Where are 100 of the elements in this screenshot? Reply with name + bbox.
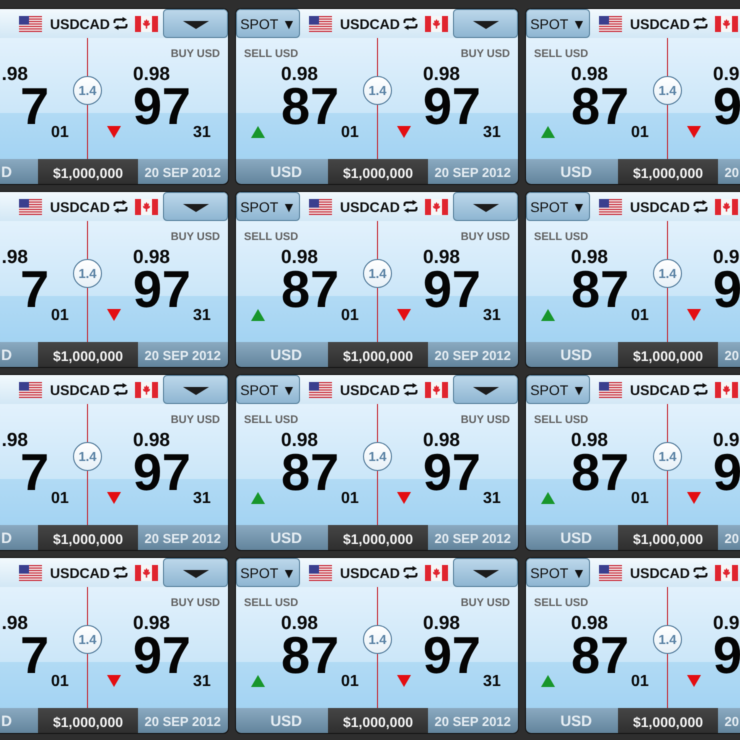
big-figure: 0.9 xyxy=(713,250,740,266)
canada-flag-icon xyxy=(134,382,158,398)
fractional-pips: 31 xyxy=(483,675,501,688)
sell-label: SELL USD xyxy=(534,231,588,244)
swap-arrows-icon[interactable] xyxy=(112,17,128,30)
value-date-button[interactable]: 20 SEP 2012 xyxy=(428,708,518,733)
value-date-button[interactable]: 20 xyxy=(718,708,740,733)
spot-button[interactable]: SPOT ▼ xyxy=(526,375,590,404)
swap-arrows-icon[interactable] xyxy=(692,566,708,579)
swap-arrows-icon[interactable] xyxy=(402,566,418,579)
caret-icon xyxy=(182,20,208,28)
fractional-pips: 01 xyxy=(341,492,359,505)
currency-button[interactable]: USD xyxy=(236,708,328,733)
big-figure: 0.9 xyxy=(713,433,740,449)
amount-field[interactable]: $1,000,000 xyxy=(618,159,718,184)
currency-button[interactable]: D xyxy=(0,525,38,550)
pips: 7 xyxy=(20,636,49,676)
us-flag-icon xyxy=(309,16,332,32)
value-date-button[interactable]: 20 xyxy=(718,159,740,184)
amount-field[interactable]: $1,000,000 xyxy=(38,525,138,550)
spot-button[interactable]: SPOT ▼ xyxy=(236,9,300,38)
menu-button[interactable] xyxy=(163,375,228,404)
fractional-pips: 01 xyxy=(51,675,69,688)
big-figure: 0.98 xyxy=(281,250,318,266)
currency-button[interactable]: USD xyxy=(236,525,328,550)
amount-field[interactable]: $1,000,000 xyxy=(328,708,428,733)
amount-field[interactable]: $1,000,000 xyxy=(618,525,718,550)
value-date-button[interactable]: 20 SEP 2012 xyxy=(138,708,228,733)
fractional-pips: 31 xyxy=(193,492,211,505)
currency-pair: USDCAD xyxy=(630,382,690,398)
swap-arrows-icon[interactable] xyxy=(692,200,708,213)
pips: 7 xyxy=(20,453,49,493)
buy-label: BUY USD xyxy=(170,597,220,610)
pips: 97 xyxy=(133,87,191,127)
spot-button[interactable]: SPOT ▼ xyxy=(526,192,590,221)
big-figure: 0.98 xyxy=(571,250,608,266)
swap-arrows-icon[interactable] xyxy=(112,566,128,579)
currency-button[interactable]: D xyxy=(0,708,38,733)
swap-arrows-icon[interactable] xyxy=(112,200,128,213)
currency-button[interactable]: D xyxy=(0,342,38,367)
amount-field[interactable]: $1,000,000 xyxy=(328,342,428,367)
fractional-pips: 31 xyxy=(193,675,211,688)
canada-flag-icon xyxy=(714,198,738,214)
amount-field[interactable]: $1,000,000 xyxy=(38,159,138,184)
currency-pair: USDCAD xyxy=(50,16,110,32)
spot-button[interactable]: SPOT ▼ xyxy=(526,9,590,38)
amount-field[interactable]: $1,000,000 xyxy=(38,708,138,733)
spot-button[interactable]: SPOT ▼ xyxy=(236,375,300,404)
amount-field[interactable]: $1,000,000 xyxy=(618,708,718,733)
menu-button[interactable] xyxy=(163,192,228,221)
amount-field[interactable]: $1,000,000 xyxy=(328,159,428,184)
canada-flag-icon xyxy=(714,564,738,580)
spot-button[interactable]: SPOT ▼ xyxy=(236,192,300,221)
swap-arrows-icon[interactable] xyxy=(112,383,128,396)
big-figure: 0.98 xyxy=(423,67,460,83)
value-date-button[interactable]: 20 SEP 2012 xyxy=(428,159,518,184)
spot-button[interactable]: SPOT ▼ xyxy=(526,558,590,587)
menu-button[interactable] xyxy=(453,558,518,587)
currency-button[interactable]: USD xyxy=(526,708,618,733)
swap-arrows-icon[interactable] xyxy=(402,383,418,396)
us-flag-icon xyxy=(19,564,42,580)
currency-button[interactable]: USD xyxy=(236,342,328,367)
big-figure: .98 xyxy=(2,67,28,83)
value-date-button[interactable]: 20 xyxy=(718,525,740,550)
value-date-button[interactable]: 20 SEP 2012 xyxy=(138,525,228,550)
amount-field[interactable]: $1,000,000 xyxy=(38,342,138,367)
fractional-pips: 01 xyxy=(631,309,649,322)
currency-pair: USDCAD xyxy=(630,198,690,214)
pips: 7 xyxy=(20,270,49,310)
swap-arrows-icon[interactable] xyxy=(692,383,708,396)
big-figure: .98 xyxy=(2,433,28,449)
spot-button[interactable]: SPOT ▼ xyxy=(236,558,300,587)
value-date-button[interactable]: 20 SEP 2012 xyxy=(138,342,228,367)
spread-badge: 1.4 xyxy=(363,259,392,288)
amount-field[interactable]: $1,000,000 xyxy=(618,342,718,367)
menu-button[interactable] xyxy=(163,558,228,587)
amount-field[interactable]: $1,000,000 xyxy=(328,525,428,550)
menu-button[interactable] xyxy=(453,192,518,221)
currency-button[interactable]: USD xyxy=(526,342,618,367)
value-date-button[interactable]: 20 SEP 2012 xyxy=(138,159,228,184)
menu-button[interactable] xyxy=(163,9,228,38)
currency-button[interactable]: D xyxy=(0,159,38,184)
pips: 97 xyxy=(133,636,191,676)
currency-button[interactable]: USD xyxy=(236,159,328,184)
pips: 87 xyxy=(281,270,339,310)
value-date-button[interactable]: 20 xyxy=(718,342,740,367)
value-date-button[interactable]: 20 SEP 2012 xyxy=(428,525,518,550)
currency-button[interactable]: USD xyxy=(526,525,618,550)
swap-arrows-icon[interactable] xyxy=(402,17,418,30)
currency-pair: USDCAD xyxy=(50,198,110,214)
value-date-button[interactable]: 20 SEP 2012 xyxy=(428,342,518,367)
menu-button[interactable] xyxy=(453,9,518,38)
swap-arrows-icon[interactable] xyxy=(402,200,418,213)
currency-pair: USDCAD xyxy=(340,198,400,214)
pips: 87 xyxy=(571,87,629,127)
currency-button[interactable]: USD xyxy=(526,159,618,184)
canada-flag-icon xyxy=(424,16,448,32)
swap-arrows-icon[interactable] xyxy=(692,17,708,30)
pips: 87 xyxy=(571,270,629,310)
menu-button[interactable] xyxy=(453,375,518,404)
